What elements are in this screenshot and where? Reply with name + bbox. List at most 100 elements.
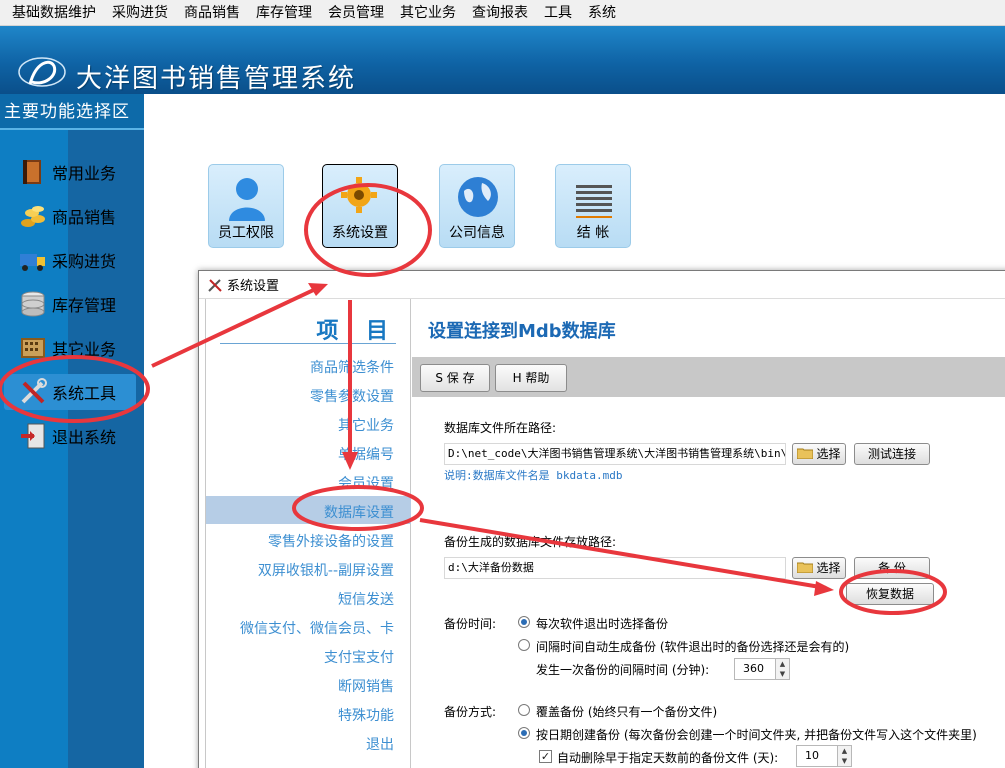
- sidebar-item-label: 库存管理: [52, 296, 117, 315]
- function-label: 结 帐: [576, 225, 610, 241]
- tools-icon: [21, 378, 47, 404]
- gear-icon: [341, 177, 377, 213]
- sidebar-item-label: 常用业务: [52, 164, 117, 183]
- auto-delete-checkbox[interactable]: ✓: [539, 750, 552, 763]
- menu-other[interactable]: 其它业务: [392, 0, 464, 26]
- sidebar: 主要功能选择区 常用业务 商品销售 采购进货 库存管理 其它业务 系统工具 退出…: [0, 94, 144, 768]
- sidebar-item-inventory[interactable]: 库存管理: [18, 286, 138, 322]
- stepper-arrows-icon[interactable]: ▲ ▼: [775, 659, 789, 679]
- save-button[interactable]: S 保 存: [420, 364, 490, 392]
- db-note: 说明:数据库文件名是 bkdata.mdb: [444, 469, 623, 482]
- nav-item-retail-devices[interactable]: 零售外接设备的设置: [268, 531, 394, 551]
- database-icon: [21, 291, 45, 317]
- app-title: 大洋图书销售管理系统: [76, 64, 357, 94]
- backup-mode-overwrite-label: 覆盖备份 (始终只有一个备份文件): [536, 705, 718, 719]
- sidebar-item-system-tools[interactable]: 系统工具: [4, 374, 136, 410]
- sidebar-item-common[interactable]: 常用业务: [18, 154, 138, 190]
- nav-item-wechat[interactable]: 微信支付、微信会员、卡: [240, 618, 394, 638]
- sidebar-item-purchase[interactable]: 采购进货: [18, 242, 138, 278]
- auto-delete-label: 自动删除早于指定天数前的备份文件 (天):: [557, 751, 779, 765]
- nav-item-special[interactable]: 特殊功能: [338, 705, 394, 725]
- menu-members[interactable]: 会员管理: [320, 0, 392, 26]
- auto-delete-days-stepper[interactable]: 10 ▲ ▼: [796, 745, 852, 767]
- menu-system[interactable]: 系统: [580, 0, 624, 26]
- globe-icon: [458, 177, 498, 217]
- db-path-label: 数据库文件所在路径:: [444, 421, 557, 435]
- restore-data-button[interactable]: 恢复数据: [846, 583, 934, 605]
- help-button[interactable]: H 帮助: [495, 364, 567, 392]
- db-path-input[interactable]: D:\net_code\大洋图书销售管理系统\大洋图书销售管理系统\bin\De…: [444, 443, 786, 465]
- backup-button[interactable]: 备 份: [854, 557, 930, 579]
- menu-reports[interactable]: 查询报表: [464, 0, 536, 26]
- folder-icon: [797, 448, 814, 459]
- nav-item-alipay[interactable]: 支付宝支付: [324, 647, 394, 667]
- app-logo: [18, 57, 66, 87]
- sidebar-item-other[interactable]: 其它业务: [18, 330, 138, 366]
- nav-heading-divider: [220, 343, 396, 344]
- system-settings-dialog: 系统设置 项 目 商品筛选条件 零售参数设置 其它业务 单据编号 会员设置 数据…: [198, 270, 1005, 768]
- sidebar-item-label: 退出系统: [52, 428, 117, 447]
- folder-icon: [797, 562, 814, 573]
- button-label: 选择: [816, 447, 841, 461]
- nav-item-product-filter[interactable]: 商品筛选条件: [310, 357, 394, 377]
- book-icon: [23, 160, 41, 184]
- sidebar-item-label: 采购进货: [52, 252, 117, 271]
- calculator-icon: [21, 338, 45, 358]
- nav-item-sms[interactable]: 短信发送: [338, 589, 394, 609]
- panel-toolbar: S 保 存 H 帮助: [412, 357, 1005, 397]
- user-icon: [229, 178, 265, 221]
- exit-icon: [21, 423, 45, 449]
- nav-item-exit[interactable]: 退出: [366, 734, 394, 754]
- nav-item-retail-params[interactable]: 零售参数设置: [310, 386, 394, 406]
- backup-mode-label: 备份方式:: [444, 705, 497, 719]
- sidebar-item-exit[interactable]: 退出系统: [18, 418, 138, 454]
- backup-path-choose-button[interactable]: 选择: [792, 557, 846, 579]
- function-system-settings[interactable]: 系统设置: [322, 164, 398, 248]
- menu-sales[interactable]: 商品销售: [176, 0, 248, 26]
- backup-time-label: 备份时间:: [444, 617, 497, 631]
- backup-time-interval-radio[interactable]: [518, 639, 530, 651]
- test-connection-button[interactable]: 测试连接: [854, 443, 930, 465]
- dialog-titlebar: 系统设置: [199, 271, 1005, 299]
- db-path-choose-button[interactable]: 选择: [792, 443, 846, 465]
- nav-heading: 项 目: [316, 319, 398, 344]
- menu-basic-data[interactable]: 基础数据维护: [4, 0, 104, 26]
- backup-mode-overwrite-radio[interactable]: [518, 704, 530, 716]
- function-label: 系统设置: [332, 225, 388, 241]
- function-staff-permissions[interactable]: 员工权限: [208, 164, 284, 248]
- backup-time-on-exit-label: 每次软件退出时选择备份: [536, 617, 669, 631]
- panel-title: 设置连接到Mdb数据库: [428, 321, 616, 342]
- backup-mode-by-date-radio[interactable]: [518, 727, 530, 739]
- coins-icon: [21, 206, 45, 227]
- function-company-info[interactable]: 公司信息: [439, 164, 515, 248]
- sidebar-item-label: 系统工具: [52, 384, 117, 403]
- truck-icon: [20, 254, 45, 271]
- sidebar-item-label: 其它业务: [52, 340, 117, 359]
- tools-icon: [208, 278, 222, 292]
- menu-inventory[interactable]: 库存管理: [248, 0, 320, 26]
- interval-minutes-stepper[interactable]: 360 ▲ ▼: [734, 658, 790, 680]
- interval-minutes-value: 360: [743, 662, 764, 675]
- stepper-arrows-icon[interactable]: ▲ ▼: [837, 746, 851, 766]
- settings-nav: 项 目 商品筛选条件 零售参数设置 其它业务 单据编号 会员设置 数据库设置 零…: [205, 299, 411, 768]
- app-banner: 大洋图书销售管理系统: [0, 26, 1005, 94]
- backup-path-input[interactable]: d:\大洋备份数据: [444, 557, 786, 579]
- nav-item-offline-sales[interactable]: 断网销售: [338, 676, 394, 696]
- nav-item-member-settings[interactable]: 会员设置: [338, 473, 394, 493]
- sidebar-header: 主要功能选择区: [0, 94, 144, 130]
- backup-path-label: 备份生成的数据库文件存放路径:: [444, 535, 617, 549]
- nav-item-database-settings[interactable]: 数据库设置: [324, 502, 394, 522]
- nav-item-doc-numbering[interactable]: 单据编号: [338, 444, 394, 464]
- function-closing[interactable]: 结 帐: [555, 164, 631, 248]
- nav-item-dual-screen[interactable]: 双屏收银机--副屏设置: [258, 560, 394, 580]
- menu-purchase[interactable]: 采购进货: [104, 0, 176, 26]
- ledger-icon: [576, 185, 612, 218]
- backup-time-on-exit-radio[interactable]: [518, 616, 530, 628]
- dialog-title: 系统设置: [227, 279, 280, 294]
- function-label: 员工权限: [218, 225, 274, 241]
- interval-minutes-label: 发生一次备份的间隔时间 (分钟):: [536, 663, 710, 677]
- menu-tools[interactable]: 工具: [536, 0, 580, 26]
- sidebar-item-label: 商品销售: [52, 208, 117, 227]
- nav-item-other-business[interactable]: 其它业务: [338, 415, 394, 435]
- sidebar-item-sales[interactable]: 商品销售: [18, 198, 138, 234]
